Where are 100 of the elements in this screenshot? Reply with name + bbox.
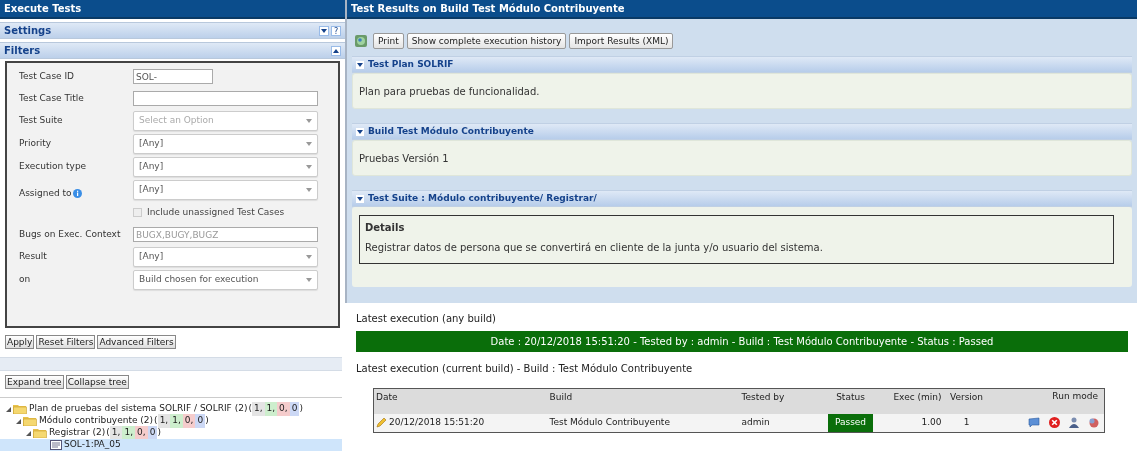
field-label: Result	[19, 250, 47, 264]
caret-icon	[306, 188, 312, 192]
status-badge: Passed	[827, 414, 874, 432]
folder-icon	[23, 416, 37, 426]
checkbox-label: Include unassigned Test Cases	[147, 205, 285, 219]
select-field[interactable]: Build chosen for execution	[133, 270, 318, 290]
count-bracket: (	[106, 426, 110, 440]
section-header[interactable]: Build Test Módulo Contribuyente	[352, 123, 1132, 140]
tree-label[interactable]: Módulo contribuyente (2)	[39, 414, 154, 428]
toolbar-button[interactable]: Import Results (XML)	[569, 33, 674, 49]
panel-title: Execute Tests	[4, 2, 82, 16]
toolbar-button[interactable]: Print	[373, 33, 404, 49]
status-count: 1,	[122, 426, 136, 440]
status-count: 1,	[170, 414, 183, 428]
column-header: Exec (min)	[879, 388, 942, 414]
panel-title: Test Results on Build Test Módulo Contribuyente	[351, 2, 625, 16]
field-label: Test Case Title	[19, 91, 84, 105]
expanded-icon[interactable]	[6, 406, 11, 412]
count-bracket: )	[157, 426, 161, 440]
tree-label[interactable]: Plan de pruebas del sistema SOLRIF / SOLRIF (2)	[29, 402, 248, 416]
status-count: 1,	[109, 426, 123, 440]
column-header: Run mode	[991, 388, 1105, 414]
field-label: Bugs on Exec. Context	[19, 227, 121, 241]
caret-icon	[306, 255, 312, 259]
filter-button[interactable]: Advanced Filters	[97, 335, 176, 349]
table-cell: Test Módulo Contribuyente	[549, 417, 670, 427]
details-text: Registrar datos de persona que se convertirá en cliente de la junta y/o usuario del sistema.	[365, 241, 824, 255]
tree-label[interactable]: SOL-1:PA_05	[64, 438, 121, 452]
section-label: Latest execution (any build)	[356, 312, 497, 326]
field-label: Assigned to	[19, 186, 72, 200]
section-text: Pruebas Versión 1	[359, 151, 449, 166]
collapse-icon	[356, 60, 364, 69]
status-count: 0	[147, 426, 158, 440]
table-cell-text: 20/12/2018 15:51:20	[389, 416, 485, 429]
tree-button[interactable]: Expand tree	[5, 375, 64, 389]
column-header: Tested by	[741, 388, 822, 414]
expand-icon[interactable]	[319, 25, 329, 36]
filter-button[interactable]: Apply	[5, 335, 35, 349]
field-label: Execution type	[19, 160, 87, 174]
status-count: 1,	[157, 414, 171, 428]
status-count: 0,	[135, 426, 148, 440]
status-count: 0	[195, 414, 206, 428]
globe-icon[interactable]	[355, 35, 367, 47]
select-field[interactable]: [Any]	[133, 134, 318, 154]
column-header: Version	[941, 388, 992, 414]
column-header: Date	[373, 388, 550, 414]
checkbox[interactable]	[133, 208, 142, 217]
text-field[interactable]: BUGX,BUGY,BUGZ	[133, 227, 318, 242]
help-button[interactable]: ?	[331, 25, 341, 36]
expanded-icon[interactable]	[26, 430, 31, 436]
expanded-icon[interactable]	[16, 418, 21, 424]
table-cell: 1	[963, 417, 970, 427]
accordion-header[interactable]: Filters	[0, 42, 345, 59]
accordion-header[interactable]: Settings ?	[0, 22, 345, 39]
count-bracket: (	[154, 414, 158, 428]
select-field[interactable]: [Any]	[133, 247, 318, 267]
delete-icon[interactable]	[1049, 417, 1060, 429]
info-icon[interactable]	[72, 188, 82, 198]
tree-label[interactable]: Registrar (2)	[49, 426, 106, 440]
filter-button[interactable]: Reset Filters	[36, 335, 96, 349]
toolbar-button[interactable]: Show complete execution history	[406, 33, 567, 49]
text-field[interactable]	[133, 91, 318, 106]
field-label: Test Case ID	[19, 69, 75, 83]
section-header[interactable]: Test Plan SOLRIF	[352, 56, 1132, 73]
folder-icon	[33, 428, 47, 438]
caret-icon	[306, 142, 312, 146]
select-field[interactable]: [Any]	[133, 157, 318, 177]
section-text: Plan para pruebas de funcionalidad.	[359, 84, 540, 99]
table-cell: 1.00	[921, 417, 942, 427]
comment-icon[interactable]	[1028, 417, 1040, 429]
section-header[interactable]: Test Suite : Módulo contribuyente/ Registrar/	[352, 190, 1132, 207]
bug-icon[interactable]	[1088, 417, 1100, 429]
caret-icon	[306, 119, 312, 123]
details-title: Details	[365, 221, 406, 235]
tree-button[interactable]: Collapse tree	[65, 375, 129, 389]
count-bracket: )	[299, 402, 303, 416]
collapse-icon	[356, 127, 364, 136]
table-cell: admin	[741, 417, 770, 427]
field-label: Test Suite	[19, 114, 63, 128]
tree-row[interactable]: SOL-1:PA_05	[0, 439, 345, 451]
user-icon[interactable]	[1069, 417, 1079, 429]
text-field[interactable]: SOL-	[133, 69, 213, 84]
column-header: Build	[549, 388, 742, 414]
count-bracket: (	[248, 402, 252, 416]
caret-icon	[306, 278, 312, 282]
section-label: Latest execution (current build) - Build : Test Módulo Contribuyente	[356, 362, 694, 376]
collapse-icon[interactable]	[331, 45, 341, 56]
status-count: 0,	[277, 402, 290, 416]
field-label: Priority	[19, 137, 52, 151]
collapse-icon	[356, 194, 364, 203]
count-bracket: )	[205, 414, 209, 428]
note-icon[interactable]	[376, 417, 387, 429]
caret-icon	[306, 165, 312, 169]
select-field[interactable]: [Any]	[133, 180, 318, 200]
folder-icon	[13, 404, 27, 414]
banner-text: Date : 20/12/2018 15:51:20 - Tested by : admin - Build : Test Módulo Contribuyente - Status : Passed	[490, 335, 994, 349]
status-count: 1,	[251, 402, 265, 416]
column-header: Status	[821, 388, 880, 414]
status-count: 0	[289, 402, 300, 416]
field-label: on	[19, 273, 31, 287]
